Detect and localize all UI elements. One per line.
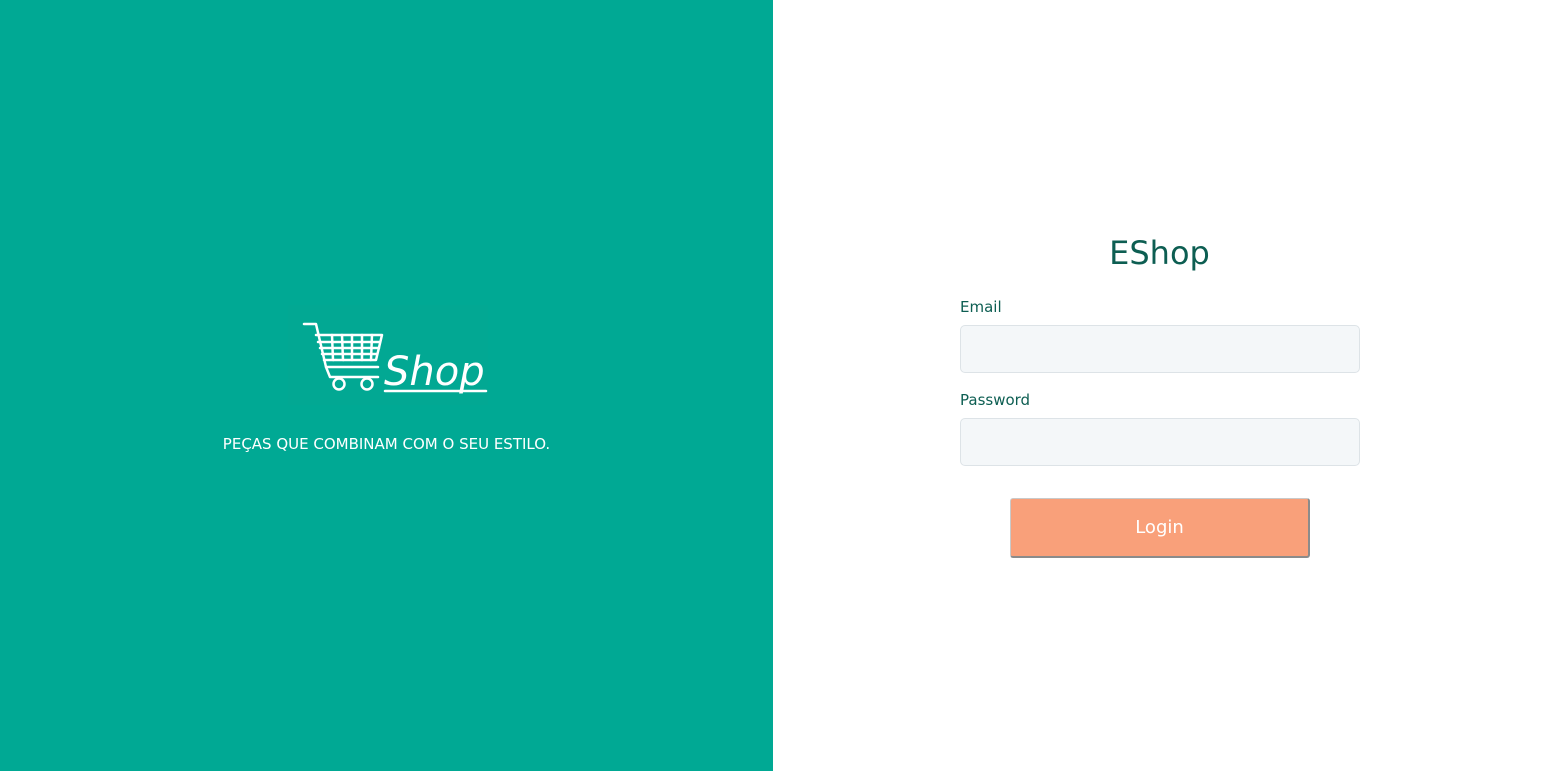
shop-logo: Shop bbox=[288, 305, 488, 405]
tagline: PEÇAS QUE COMBINAM COM O SEU ESTILO. bbox=[222, 435, 551, 453]
shopping-cart-icon: Shop bbox=[302, 322, 488, 395]
login-page: Shop PEÇAS QUE COMBINAM COM O SEU ESTILO… bbox=[0, 0, 1546, 771]
logo-wordmark: Shop bbox=[384, 349, 485, 395]
page-title: EShop bbox=[1109, 234, 1210, 272]
login-panel: EShop Email Password Login bbox=[773, 0, 1546, 771]
email-field[interactable] bbox=[960, 325, 1360, 373]
login-button[interactable]: Login bbox=[1010, 498, 1310, 558]
brand-panel: Shop PEÇAS QUE COMBINAM COM O SEU ESTILO… bbox=[0, 0, 773, 771]
email-label: Email bbox=[960, 298, 1002, 316]
password-label: Password bbox=[960, 391, 1031, 409]
password-field[interactable] bbox=[960, 418, 1360, 466]
